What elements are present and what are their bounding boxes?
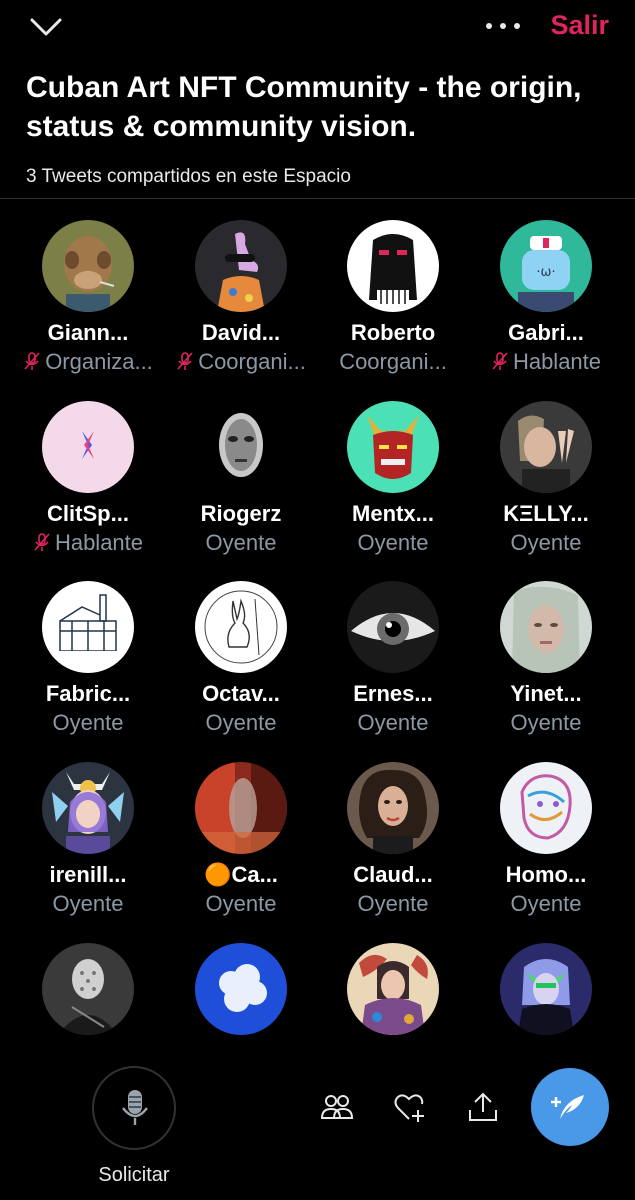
avatar	[347, 943, 439, 1035]
participant-tile[interactable]: Yinet... Oyente	[470, 581, 622, 751]
avatar	[500, 581, 592, 673]
avatar	[195, 581, 287, 673]
participant-tile[interactable]: Roberto Coorgani...	[317, 220, 469, 390]
participant-tile[interactable]: Homo... Oyente	[470, 762, 622, 932]
avatar	[347, 401, 439, 493]
participant-name: David...	[201, 320, 281, 345]
participant-tile[interactable]: ·ω· Gabri... Hablante	[470, 220, 622, 390]
participant-role: Organiza...	[12, 349, 164, 375]
participant-name: Claud...	[353, 862, 433, 887]
participant-name: Homo...	[505, 862, 587, 887]
people-icon[interactable]	[320, 1090, 354, 1124]
participant-tile[interactable]: Claud... Oyente	[317, 762, 469, 932]
participant-role: Oyente	[52, 891, 124, 916]
participant-tile[interactable]: 🟠Ca... Oyente	[165, 762, 317, 932]
avatar	[195, 943, 287, 1035]
avatar	[195, 401, 287, 493]
avatar	[347, 220, 439, 312]
participant-role: Hablante	[470, 349, 622, 375]
participant-name: Riogerz	[200, 501, 282, 526]
top-bar: Salir	[0, 0, 635, 56]
participant-tile[interactable]: KΞLLY... Oyente	[470, 401, 622, 571]
request-label[interactable]: Solicitar	[72, 1164, 196, 1187]
participant-role: Oyente	[52, 710, 124, 735]
avatar	[195, 220, 287, 312]
compose-tweet-button[interactable]	[531, 1068, 609, 1146]
participant-tile[interactable]: David... Coorgani...	[165, 220, 317, 390]
participant-role: Oyente	[205, 530, 277, 555]
participant-name: Octav...	[202, 681, 280, 706]
avatar	[42, 220, 134, 312]
participant-role: Oyente	[357, 891, 429, 916]
avatar	[42, 762, 134, 854]
participant-role: Coorgani...	[165, 349, 317, 375]
tweets-shared-link[interactable]: 3 Tweets compartidos en este Espacio	[26, 166, 351, 188]
participant-role: Oyente	[510, 710, 582, 735]
space-title: Cuban Art NFT Community - the origin, st…	[26, 71, 582, 143]
participant-role: Hablante	[12, 530, 164, 556]
participant-tile[interactable]: Fabric... Oyente	[12, 581, 164, 751]
avatar	[42, 401, 134, 493]
heart-plus-icon[interactable]	[393, 1090, 427, 1124]
avatar	[42, 943, 134, 1035]
request-to-speak-button[interactable]	[92, 1066, 176, 1150]
avatar	[500, 762, 592, 854]
share-icon[interactable]	[466, 1090, 500, 1124]
avatar	[500, 401, 592, 493]
participant-name: KΞLLY...	[503, 501, 589, 526]
participant-tile[interactable]: Octav... Oyente	[165, 581, 317, 751]
avatar: ·ω·	[500, 220, 592, 312]
compose-tweet-icon	[551, 1095, 584, 1119]
participant-name: Fabric...	[45, 681, 131, 706]
participant-tile[interactable]: Giann... Organiza...	[12, 220, 164, 390]
participant-name: Giann...	[47, 320, 129, 345]
avatar	[42, 581, 134, 673]
avatar	[347, 581, 439, 673]
avatar	[500, 943, 592, 1035]
participant-role: Oyente	[205, 891, 277, 916]
participant-role: Oyente	[205, 710, 277, 735]
participant-name: ClitSp...	[47, 501, 129, 526]
participant-name: Yinet...	[510, 681, 582, 706]
participant-role: Coorgani...	[339, 349, 447, 374]
participant-name: Roberto	[350, 320, 436, 345]
avatar	[347, 762, 439, 854]
participant-tile[interactable]: ClitSp... Hablante	[12, 401, 164, 571]
mic-muted-icon	[33, 532, 51, 552]
participant-name: Ernes...	[353, 681, 433, 706]
participant-tile[interactable]: Riogerz Oyente	[165, 401, 317, 571]
participant-role: Oyente	[510, 530, 582, 555]
participant-tile[interactable]: Ernes... Oyente	[317, 581, 469, 751]
divider	[0, 198, 635, 199]
participant-role: Oyente	[357, 530, 429, 555]
participant-role: Oyente	[357, 710, 429, 735]
leave-button[interactable]: Salir	[550, 10, 609, 41]
avatar	[195, 762, 287, 854]
participant-name: Gabri...	[508, 320, 584, 345]
svg-text:·ω·: ·ω·	[536, 265, 555, 280]
participant-tile[interactable]: Mentx... Oyente	[317, 401, 469, 571]
participant-name: Mentx...	[352, 501, 434, 526]
mic-muted-icon	[23, 351, 41, 371]
participant-tile[interactable]: irenill... Oyente	[12, 762, 164, 932]
mic-muted-icon	[491, 351, 509, 371]
participant-role: Oyente	[510, 891, 582, 916]
more-horizontal-icon[interactable]	[486, 14, 520, 38]
participant-name: 🟠Ca...	[204, 862, 278, 887]
microphone-icon	[122, 1090, 148, 1125]
bottom-action-bar: Solicitar	[0, 1050, 635, 1200]
participant-name: irenill...	[49, 862, 127, 887]
mic-muted-icon	[176, 351, 194, 371]
chevron-down-icon[interactable]	[28, 12, 64, 42]
